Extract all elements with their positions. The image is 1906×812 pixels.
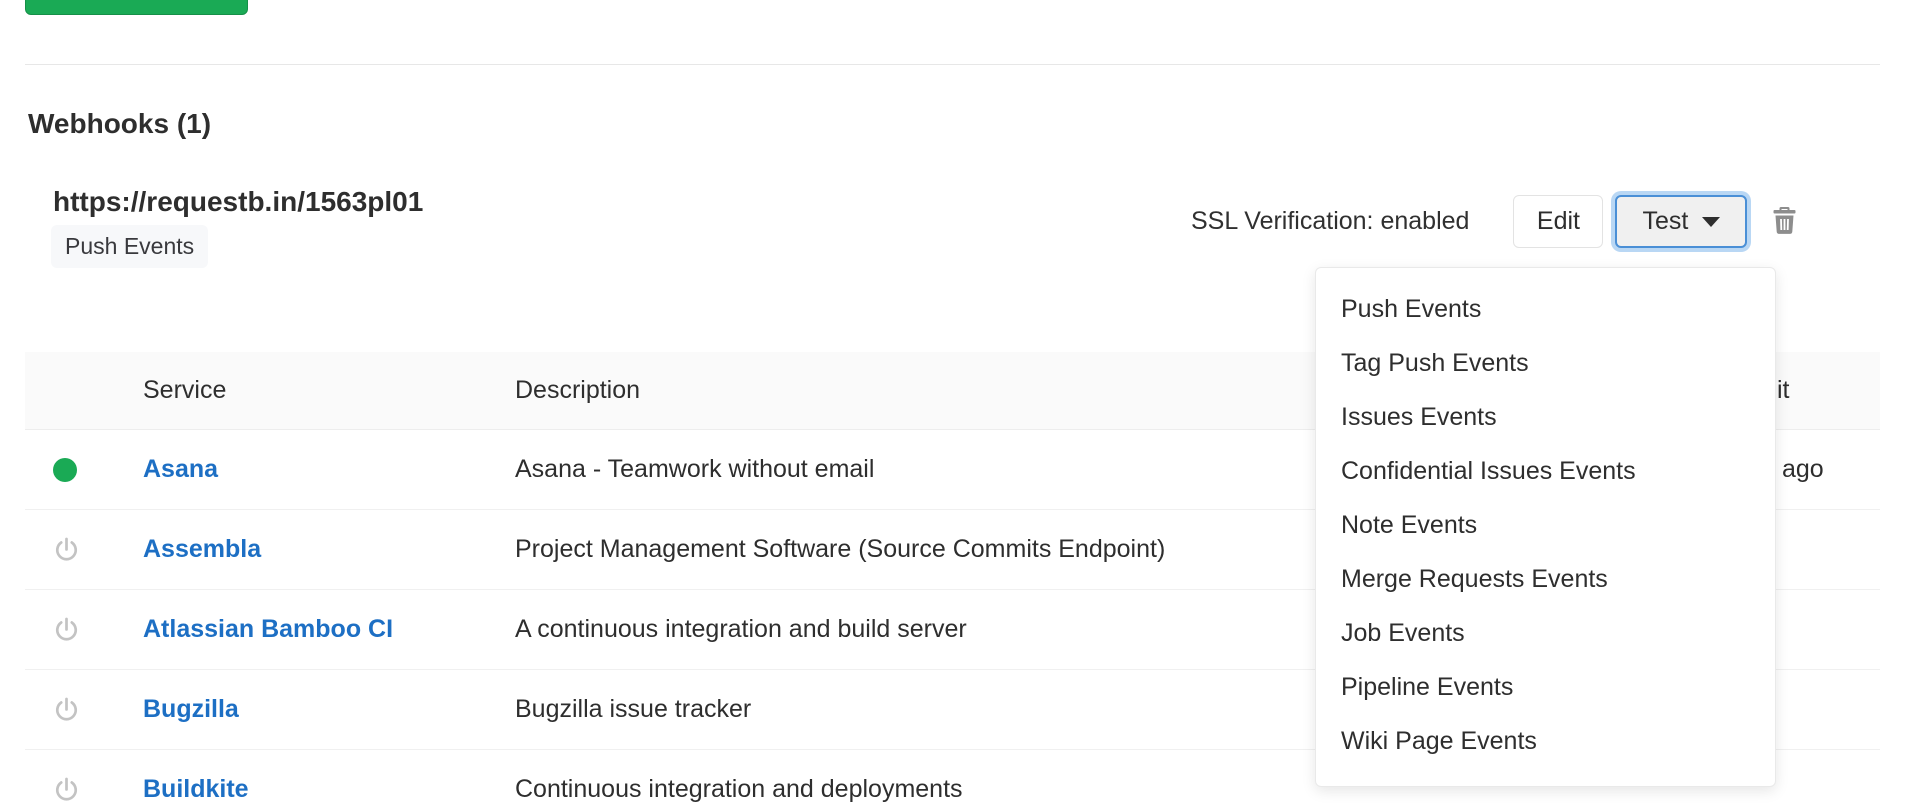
- trash-icon: [1771, 206, 1798, 238]
- test-button-label: Test: [1643, 207, 1689, 236]
- webhook-event-badge: Push Events: [51, 225, 208, 268]
- test-menu-item[interactable]: Job Events: [1316, 606, 1775, 660]
- service-status-cell: [25, 536, 143, 564]
- service-status-cell: [25, 696, 143, 724]
- service-status-cell: [25, 776, 143, 804]
- power-icon: [53, 536, 80, 564]
- service-status-cell: [25, 458, 143, 482]
- delete-webhook-button[interactable]: [1770, 207, 1798, 237]
- test-menu-item[interactable]: Push Events: [1316, 282, 1775, 336]
- caret-down-icon: [1702, 217, 1720, 227]
- power-icon: [53, 616, 80, 644]
- service-link[interactable]: Asana: [143, 455, 218, 483]
- power-icon: [53, 696, 80, 724]
- column-header-service: Service: [143, 376, 515, 405]
- service-link[interactable]: Bugzilla: [143, 695, 239, 723]
- edit-webhook-button[interactable]: Edit: [1513, 195, 1603, 248]
- service-link[interactable]: Assembla: [143, 535, 261, 563]
- webhooks-settings-page: Webhooks (1) https://requestb.in/1563pl0…: [0, 0, 1906, 812]
- test-menu-item[interactable]: Tag Push Events: [1316, 336, 1775, 390]
- test-menu-item[interactable]: Confidential Issues Events: [1316, 444, 1775, 498]
- service-link[interactable]: Buildkite: [143, 775, 249, 803]
- test-menu-item[interactable]: Issues Events: [1316, 390, 1775, 444]
- power-icon: [53, 776, 80, 804]
- test-dropdown-menu: Push EventsTag Push EventsIssues EventsC…: [1315, 267, 1776, 787]
- webhooks-section-title: Webhooks (1): [28, 108, 211, 140]
- green-dot-icon: [53, 458, 77, 482]
- service-link[interactable]: Atlassian Bamboo CI: [143, 615, 393, 643]
- service-status-cell: [25, 616, 143, 644]
- test-menu-item[interactable]: Note Events: [1316, 498, 1775, 552]
- webhook-url: https://requestb.in/1563pl01: [53, 186, 423, 218]
- test-menu-item[interactable]: Wiki Page Events: [1316, 714, 1775, 768]
- add-webhook-button[interactable]: [25, 0, 248, 15]
- test-menu-item[interactable]: Pipeline Events: [1316, 660, 1775, 714]
- ssl-verification-status: SSL Verification: enabled: [1191, 207, 1469, 236]
- webhook-controls: SSL Verification: enabled Edit Test: [1191, 195, 1798, 248]
- test-menu-item[interactable]: Merge Requests Events: [1316, 552, 1775, 606]
- test-webhook-button[interactable]: Test: [1615, 195, 1747, 248]
- section-divider: [25, 64, 1880, 65]
